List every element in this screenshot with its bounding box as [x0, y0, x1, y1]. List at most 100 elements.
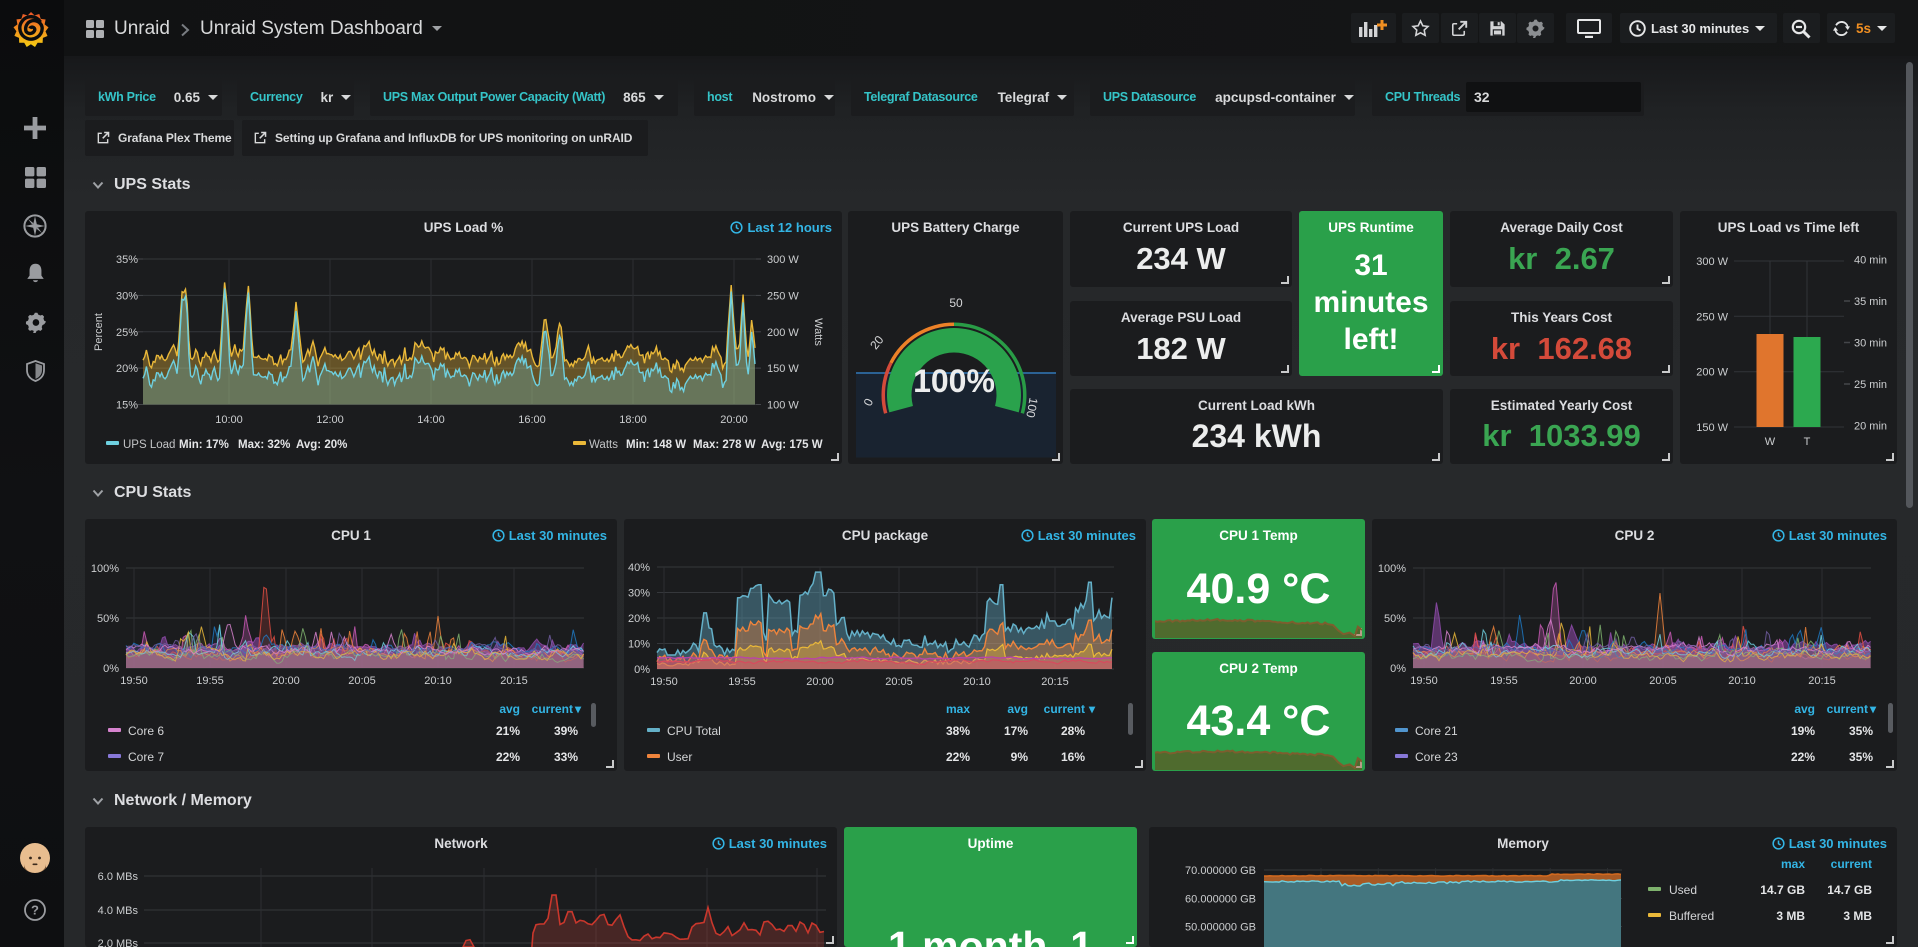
svg-text:Core 6: Core 6 — [128, 724, 164, 738]
svg-text:25%: 25% — [116, 327, 138, 339]
svg-text:Avg: 20%: Avg: 20% — [296, 439, 347, 451]
svg-text:60.000000 GB: 60.000000 GB — [1185, 894, 1256, 906]
svg-text:Buffered: Buffered — [1669, 909, 1714, 923]
svg-text:▾: ▾ — [1869, 702, 1877, 716]
svg-text:19:55: 19:55 — [728, 676, 756, 688]
svg-text:20:15: 20:15 — [500, 675, 528, 687]
svg-text:16%: 16% — [1061, 750, 1085, 764]
svg-text:33%: 33% — [554, 750, 578, 764]
svg-text:20%: 20% — [116, 363, 138, 375]
svg-text:Core 23: Core 23 — [1415, 750, 1458, 764]
svg-text:150 W: 150 W — [1696, 422, 1728, 434]
svg-text:14.7 GB: 14.7 GB — [1760, 883, 1805, 897]
svg-text:250 W: 250 W — [767, 290, 799, 302]
svg-text:3 MB: 3 MB — [1843, 909, 1872, 923]
svg-text:25 min: 25 min — [1854, 379, 1887, 391]
svg-text:40%: 40% — [628, 562, 650, 574]
svg-text:200 W: 200 W — [1696, 367, 1728, 379]
svg-text:avg: avg — [1007, 702, 1028, 716]
svg-text:▾: ▾ — [1088, 702, 1096, 716]
svg-text:Max: 278 W: Max: 278 W — [693, 439, 756, 451]
svg-text:100%: 100% — [1378, 563, 1406, 575]
svg-text:28%: 28% — [1061, 724, 1085, 738]
svg-text:20:00: 20:00 — [272, 675, 300, 687]
svg-text:100%: 100% — [91, 563, 119, 575]
svg-text:current: current — [1831, 857, 1872, 871]
svg-text:20%: 20% — [628, 613, 650, 625]
svg-text:Used: Used — [1669, 883, 1697, 897]
svg-text:50: 50 — [949, 296, 963, 310]
svg-text:300 W: 300 W — [767, 254, 799, 266]
svg-text:Min: 17%: Min: 17% — [179, 439, 229, 451]
svg-text:Watts: Watts — [812, 318, 824, 346]
svg-text:Min: 148 W: Min: 148 W — [626, 439, 686, 451]
svg-text:UPS Load: UPS Load — [123, 439, 175, 451]
svg-text:Core 7: Core 7 — [128, 750, 164, 764]
svg-text:35 min: 35 min — [1854, 296, 1887, 308]
svg-text:20:15: 20:15 — [1041, 676, 1069, 688]
svg-text:150 W: 150 W — [767, 363, 799, 375]
svg-text:Avg: 175 W: Avg: 175 W — [761, 439, 823, 451]
svg-text:35%: 35% — [116, 254, 138, 266]
svg-text:W: W — [1765, 436, 1776, 448]
svg-text:10%: 10% — [628, 639, 650, 651]
svg-text:2.0 MBs: 2.0 MBs — [98, 938, 139, 947]
svg-text:20:00: 20:00 — [806, 676, 834, 688]
svg-text:12:00: 12:00 — [316, 414, 344, 426]
svg-text:21%: 21% — [496, 724, 520, 738]
svg-text:38%: 38% — [946, 724, 970, 738]
svg-text:19:50: 19:50 — [650, 676, 678, 688]
svg-text:20: 20 — [867, 333, 886, 352]
svg-text:30%: 30% — [116, 290, 138, 302]
svg-text:4.0 MBs: 4.0 MBs — [98, 905, 139, 917]
svg-text:14.7 GB: 14.7 GB — [1827, 883, 1872, 897]
svg-text:20:10: 20:10 — [424, 675, 452, 687]
svg-text:Watts: Watts — [589, 439, 618, 451]
svg-text:16:00: 16:00 — [518, 414, 546, 426]
svg-text:6.0 MBs: 6.0 MBs — [98, 871, 139, 883]
svg-text:Max: 32%: Max: 32% — [238, 439, 290, 451]
svg-text:CPU Total: CPU Total — [667, 724, 721, 738]
svg-text:30%: 30% — [628, 588, 650, 600]
svg-text:14:00: 14:00 — [417, 414, 445, 426]
svg-text:22%: 22% — [1791, 750, 1815, 764]
svg-text:T: T — [1804, 436, 1811, 448]
svg-text:User: User — [667, 750, 692, 764]
svg-text:100 W: 100 W — [767, 400, 799, 412]
svg-text:20:15: 20:15 — [1808, 675, 1836, 687]
svg-text:300 W: 300 W — [1696, 256, 1728, 268]
svg-text:30 min: 30 min — [1854, 338, 1887, 350]
svg-text:▾: ▾ — [574, 702, 582, 716]
svg-text:0%: 0% — [103, 663, 119, 675]
svg-text:19:50: 19:50 — [1410, 675, 1438, 687]
svg-text:20:10: 20:10 — [963, 676, 991, 688]
svg-text:20:00: 20:00 — [720, 414, 748, 426]
svg-text:max: max — [1781, 857, 1805, 871]
svg-text:Percent: Percent — [93, 313, 105, 351]
svg-text:100%: 100% — [913, 363, 995, 399]
svg-text:0%: 0% — [634, 664, 650, 676]
svg-text:20 min: 20 min — [1854, 421, 1887, 433]
svg-text:19:50: 19:50 — [120, 675, 148, 687]
svg-text:40 min: 40 min — [1854, 255, 1887, 267]
svg-text:19:55: 19:55 — [1490, 675, 1518, 687]
svg-text:20:10: 20:10 — [1728, 675, 1756, 687]
svg-text:70.000000 GB: 70.000000 GB — [1185, 865, 1256, 877]
svg-text:50%: 50% — [97, 613, 119, 625]
svg-text:39%: 39% — [554, 724, 578, 738]
svg-text:?: ? — [31, 903, 39, 918]
svg-text:19%: 19% — [1791, 724, 1815, 738]
svg-text:18:00: 18:00 — [619, 414, 647, 426]
svg-text:max: max — [946, 702, 970, 716]
svg-text:200 W: 200 W — [767, 327, 799, 339]
svg-text:50%: 50% — [1384, 613, 1406, 625]
svg-text:17%: 17% — [1004, 724, 1028, 738]
svg-text:20:05: 20:05 — [1649, 675, 1677, 687]
svg-text:Core 21: Core 21 — [1415, 724, 1458, 738]
svg-text:current: current — [1044, 702, 1085, 716]
svg-text:avg: avg — [499, 702, 520, 716]
svg-text:3 MB: 3 MB — [1776, 909, 1805, 923]
svg-text:9%: 9% — [1011, 750, 1029, 764]
svg-text:20:00: 20:00 — [1569, 675, 1597, 687]
svg-text:10:00: 10:00 — [215, 414, 243, 426]
